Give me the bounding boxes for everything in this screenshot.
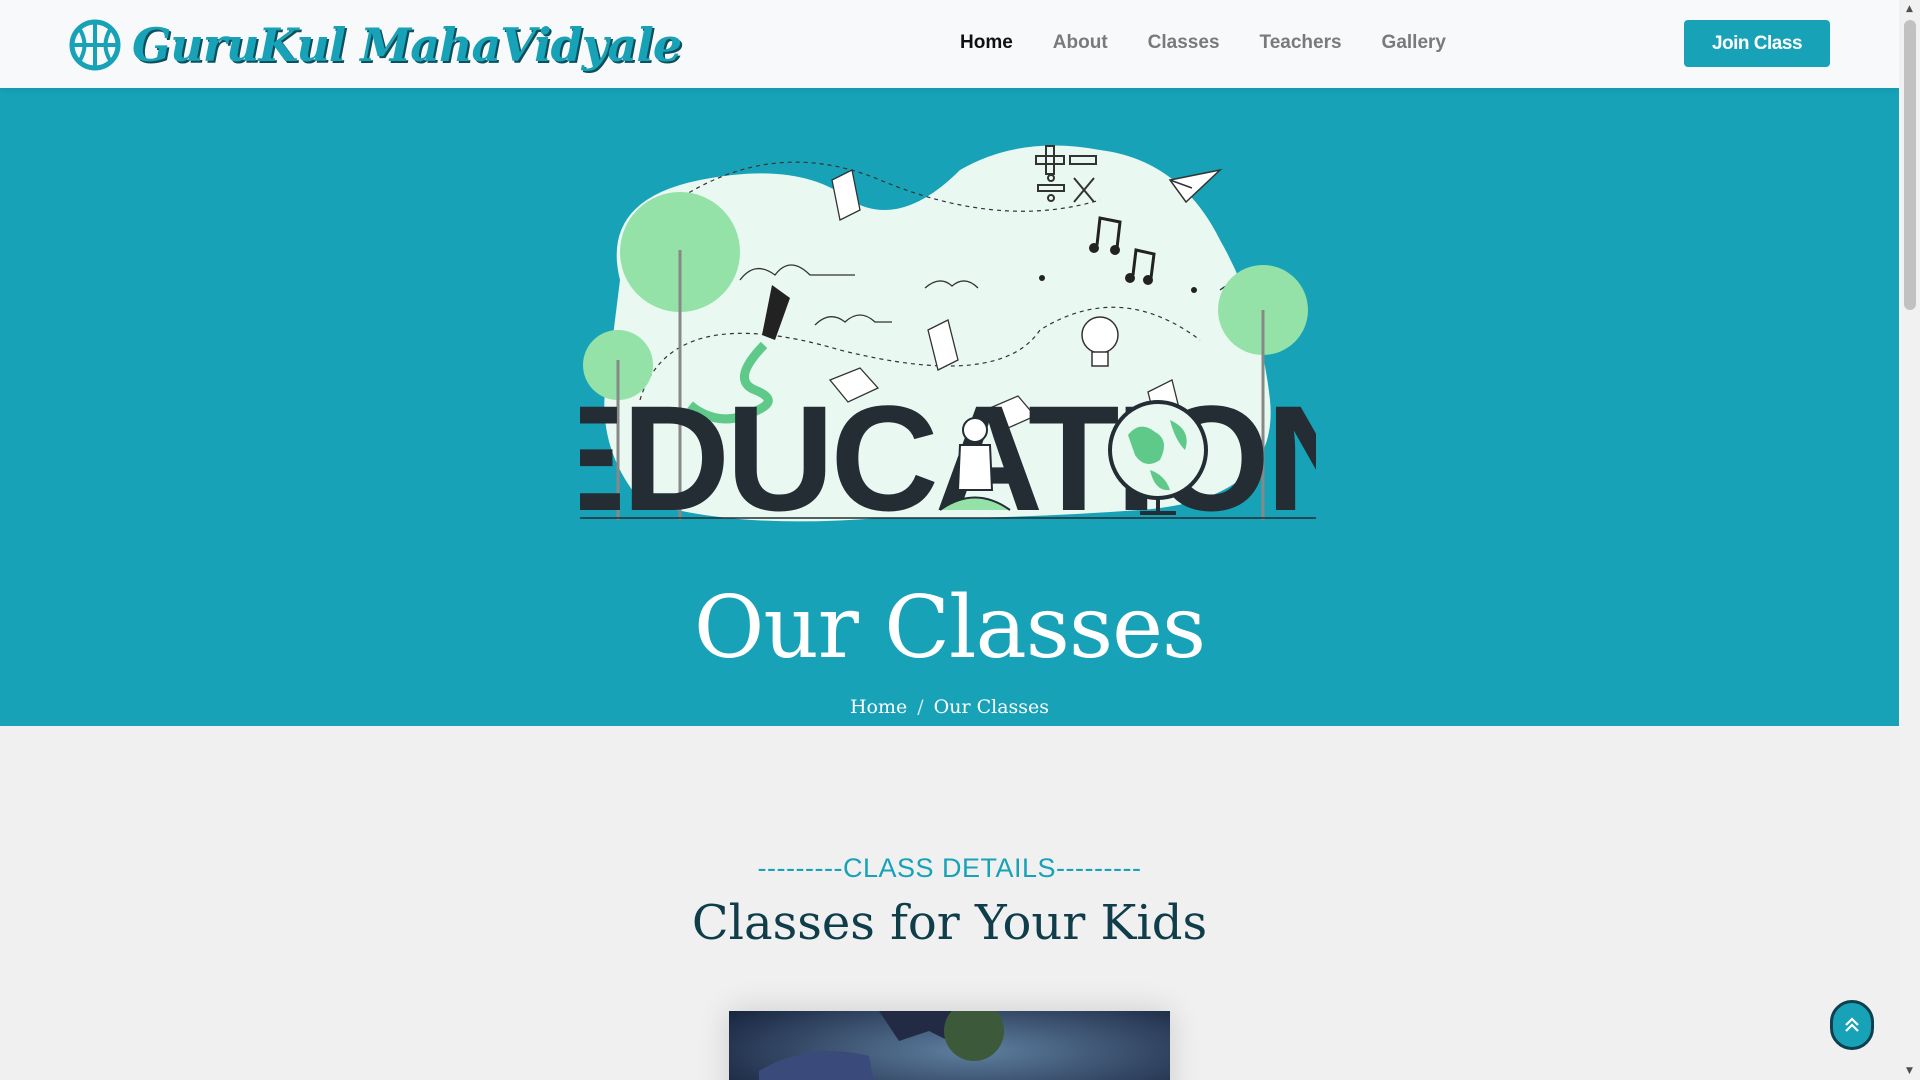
hero-banner: EDUCATION Our Classes Home / Our Classes	[0, 88, 1899, 726]
scroll-up-arrow[interactable]: ▲	[1904, 4, 1915, 14]
nav-classes[interactable]: Classes	[1128, 26, 1240, 60]
breadcrumb-separator: /	[917, 696, 924, 718]
brand-logo[interactable]: GuruKul MahaVidyale	[68, 10, 682, 80]
scroll-thumb[interactable]	[1904, 20, 1916, 310]
page-title: Our Classes	[693, 578, 1206, 678]
basketball-icon	[69, 19, 121, 71]
scrollbar[interactable]: ▲ ▼	[1899, 0, 1920, 1080]
section-title: Classes for Your Kids	[691, 895, 1208, 951]
breadcrumb-home[interactable]: Home	[850, 696, 907, 718]
nav-gallery[interactable]: Gallery	[1362, 26, 1466, 60]
section-subtitle: ---------CLASS DETAILS---------	[757, 853, 1142, 883]
main-nav: Home About Classes Teachers Gallery	[940, 26, 1466, 60]
page: GuruKul MahaVidyale Home About Classes T…	[0, 0, 1899, 1080]
nav-home[interactable]: Home	[940, 26, 1033, 60]
breadcrumb: Home / Our Classes	[0, 696, 1899, 718]
nav-about[interactable]: About	[1033, 26, 1128, 60]
education-illustration: EDUCATION	[580, 145, 1316, 530]
brand-name: GuruKul MahaVidyale	[132, 18, 682, 72]
navbar: GuruKul MahaVidyale Home About Classes T…	[0, 0, 1899, 88]
double-chevron-up-icon	[1845, 1017, 1859, 1032]
breadcrumb-current: Our Classes	[933, 696, 1050, 718]
back-to-top-button[interactable]	[1830, 1000, 1874, 1050]
scroll-down-arrow[interactable]: ▼	[1904, 1066, 1915, 1076]
class-card[interactable]	[729, 1011, 1170, 1080]
join-class-button[interactable]: Join Class	[1684, 20, 1830, 67]
class-card-image	[729, 1011, 1170, 1080]
nav-teachers[interactable]: Teachers	[1240, 26, 1362, 60]
